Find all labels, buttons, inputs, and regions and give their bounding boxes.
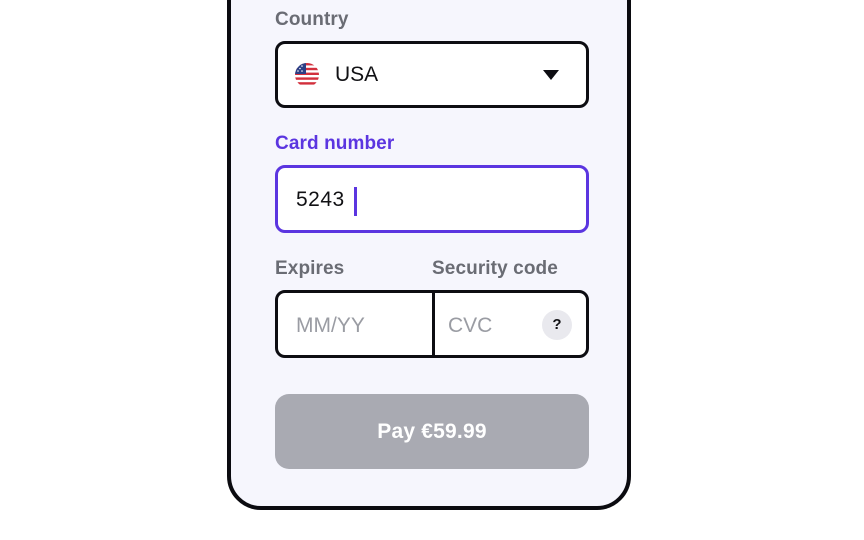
country-value: USA: [335, 63, 379, 86]
text-caret: [354, 187, 357, 216]
us-flag-icon: [295, 63, 319, 87]
security-code-label: Security code: [432, 258, 558, 279]
cvc-input[interactable]: CVC: [448, 314, 492, 338]
card-number-input[interactable]: 5243: [275, 165, 589, 233]
card-number-value: 5243: [296, 188, 345, 211]
country-select[interactable]: USA: [275, 41, 589, 108]
pay-button[interactable]: Pay €59.99: [275, 394, 589, 469]
help-icon[interactable]: ?: [542, 310, 572, 340]
country-label: Country: [275, 9, 349, 30]
expires-label: Expires: [275, 258, 345, 279]
chevron-down-icon: [543, 70, 559, 80]
field-divider: [432, 293, 435, 355]
card-number-label: Card number: [275, 133, 395, 154]
expiry-input[interactable]: MM/YY: [296, 314, 365, 338]
expiry-cvc-group: MM/YY CVC ?: [275, 290, 589, 358]
